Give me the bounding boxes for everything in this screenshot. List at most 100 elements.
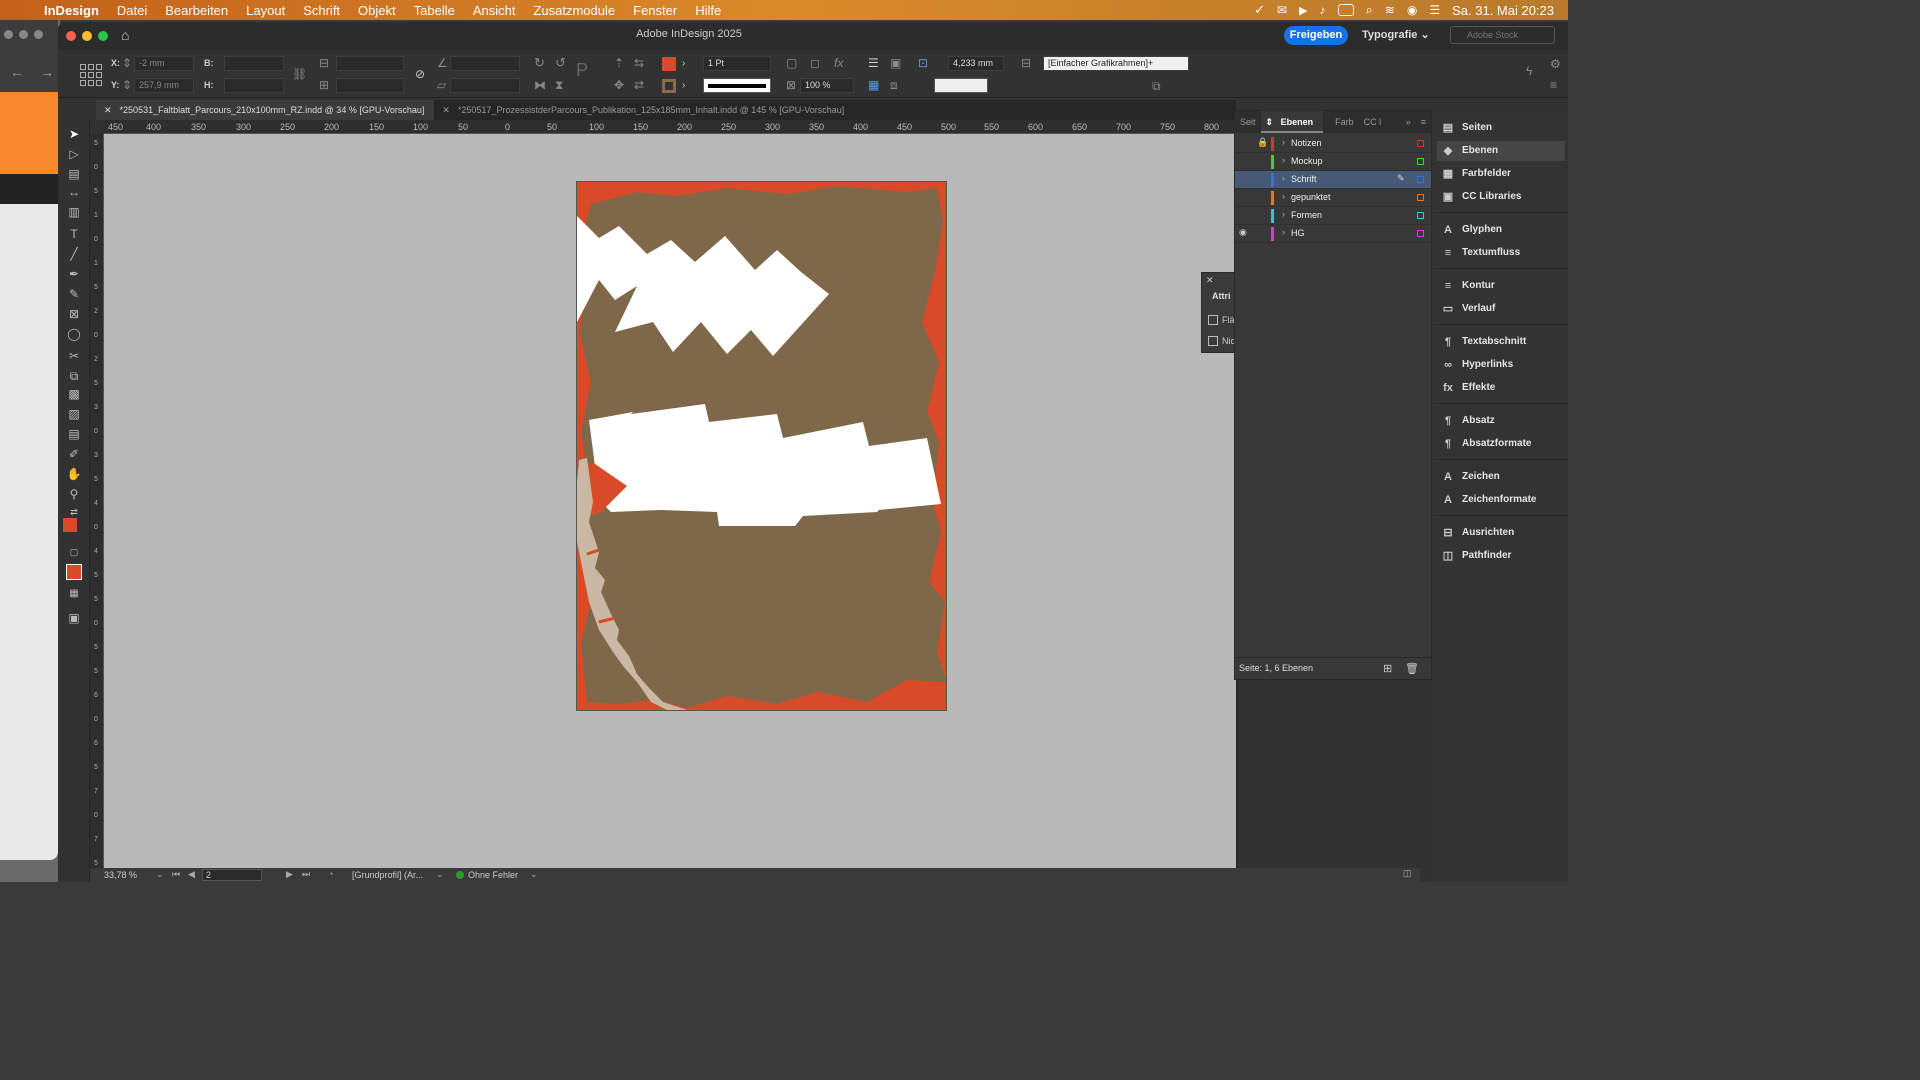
content-collector-icon[interactable]: ▥	[66, 204, 82, 220]
panel-pathfinder[interactable]: ◫ Pathfinder	[1437, 546, 1565, 566]
pencil-tool-icon[interactable]: ✎	[66, 286, 82, 302]
close-tab-icon[interactable]: ✕	[442, 105, 450, 115]
selection-square-icon[interactable]	[1417, 140, 1424, 147]
line-tool-icon[interactable]: ╱	[66, 246, 82, 262]
panel-kontur[interactable]: ≡ Kontur	[1437, 276, 1565, 296]
share-button[interactable]: Freigeben	[1284, 26, 1348, 45]
menu-ansicht[interactable]: Ansicht	[464, 3, 525, 18]
notification-icon[interactable]: ✉	[1277, 3, 1287, 17]
wrap-preview[interactable]	[934, 78, 988, 93]
pasteboard[interactable]	[104, 134, 1236, 868]
first-page-icon[interactable]: ⏮	[172, 869, 180, 880]
clock[interactable]: Sa. 31. Mai 20:23	[1452, 3, 1554, 18]
panel-seiten[interactable]: ▤ Seiten	[1437, 118, 1565, 138]
scissors-tool-icon[interactable]: ✂	[66, 348, 82, 364]
panel-ausrichten[interactable]: ⊟ Ausrichten	[1437, 523, 1565, 543]
search-icon[interactable]: ⌕	[1366, 2, 1373, 18]
last-page-icon[interactable]: ⏭	[302, 869, 310, 880]
panel-effekte[interactable]: fx Effekte	[1437, 378, 1565, 398]
layer-row[interactable]: › Mockup	[1235, 153, 1431, 171]
ellipse-tool-icon[interactable]: ◯	[66, 326, 82, 342]
menu-tabelle[interactable]: Tabelle	[405, 3, 464, 18]
rotate-field[interactable]	[450, 56, 520, 71]
select-previous-icon[interactable]: ⇆	[634, 57, 644, 69]
fx-icon[interactable]: fx	[834, 57, 843, 69]
control-settings-icon[interactable]: ⚙	[1550, 58, 1561, 70]
height-field[interactable]	[224, 78, 284, 93]
expand-layer-icon[interactable]: ›	[1282, 137, 1285, 147]
control-menu-icon[interactable]: ≡	[1550, 79, 1557, 91]
panel-menu-icon[interactable]: ≡	[1416, 117, 1431, 127]
menu-schrift[interactable]: Schrift	[294, 3, 349, 18]
panel-textabschnitt[interactable]: ¶ Textabschnitt	[1437, 332, 1565, 352]
fill-swatch[interactable]	[662, 57, 676, 71]
selection-square-icon[interactable]	[1417, 176, 1424, 183]
opacity-field[interactable]: 100 %	[800, 78, 854, 93]
select-content-icon[interactable]: ✥	[614, 79, 624, 91]
fill-overprint-checkbox[interactable]	[1208, 315, 1218, 325]
wrap-offset-field[interactable]: 4,233 mm	[948, 56, 1004, 71]
expand-layer-icon[interactable]: ›	[1282, 173, 1285, 183]
stock-search-input[interactable]: Adobe Stock	[1450, 26, 1555, 44]
menu-fenster[interactable]: Fenster	[624, 3, 686, 18]
screen-mode-icon[interactable]: ▣	[66, 610, 82, 626]
menu-objekt[interactable]: Objekt	[349, 3, 405, 18]
new-layer-icon[interactable]: ⊞	[1383, 662, 1392, 675]
panel-absatz[interactable]: ¶ Absatz	[1437, 411, 1565, 431]
type-tool-icon[interactable]: T	[66, 226, 82, 242]
menu-zusatzmodule[interactable]: Zusatzmodule	[524, 3, 624, 18]
fill-menu-icon[interactable]: ›	[682, 58, 685, 70]
expand-layer-icon[interactable]: ›	[1282, 227, 1285, 237]
stroke-menu-icon[interactable]: ›	[682, 80, 685, 92]
panel-farbfelder[interactable]: ▦ Farbfelder	[1437, 164, 1565, 184]
user-icon[interactable]: ◉	[1407, 3, 1417, 17]
select-next-icon[interactable]: ⇄	[634, 79, 644, 91]
forward-arrow-icon[interactable]: →	[40, 64, 54, 80]
battery-icon[interactable]	[1337, 4, 1354, 16]
tab-publikation[interactable]: ✕ *250517_ProzessistderParcours_Publikati…	[434, 100, 854, 120]
vertical-ruler[interactable]: 5051015202530354045505560657075	[90, 134, 104, 868]
text-wrap-icon[interactable]: ☰	[868, 57, 879, 69]
view-mode-icon[interactable]: ▦	[66, 586, 82, 602]
lock-icon[interactable]: 🔒	[1257, 137, 1268, 148]
panel-zeichen[interactable]: A Zeichen	[1437, 467, 1565, 487]
gradient-feather-tool-icon[interactable]: ▨	[66, 406, 82, 422]
frame-icon[interactable]: ◻	[810, 57, 820, 69]
eyedropper-tool-icon[interactable]: ✐	[66, 446, 82, 462]
panel-ebenen[interactable]: ◆ Ebenen	[1437, 141, 1565, 161]
panel-hyperlinks[interactable]: ∞ Hyperlinks	[1437, 355, 1565, 375]
y-field[interactable]: 257,9 mm	[134, 78, 194, 93]
zoom-dropdown-icon[interactable]: ⌄	[156, 869, 164, 880]
rectangle-frame-tool-icon[interactable]: ⊠	[66, 306, 82, 322]
x-stepper-icon[interactable]: ⇕	[122, 57, 132, 69]
close-panel-icon[interactable]: ✕	[1206, 275, 1214, 286]
note-tool-icon[interactable]: ▤	[66, 426, 82, 442]
menu-hilfe[interactable]: Hilfe	[686, 3, 730, 18]
pen-tool-icon[interactable]: ✒	[66, 266, 82, 282]
formatting-affects-container-icon[interactable]: ▢ T	[66, 544, 82, 573]
app-menu[interactable]: InDesign	[42, 3, 108, 18]
workspace-switcher[interactable]: Typografie ⌄	[1362, 28, 1430, 41]
reference-point-icon[interactable]	[80, 64, 102, 86]
nonprinting-checkbox[interactable]	[1208, 336, 1218, 346]
control-center-icon[interactable]: ☰	[1429, 3, 1440, 17]
menu-bearbeiten[interactable]: Bearbeiten	[156, 3, 237, 18]
p-icon[interactable]: P	[576, 61, 588, 79]
page-tool-icon[interactable]: ▤	[66, 166, 82, 182]
preflight-status[interactable]: Ohne Fehler	[468, 870, 518, 880]
expand-layer-icon[interactable]: ›	[1282, 191, 1285, 201]
tab-cc-libraries[interactable]: CC l	[1359, 117, 1387, 127]
zoom-level[interactable]: 33,78 %	[104, 870, 137, 880]
jump-object-icon[interactable]: ⧈	[890, 79, 898, 91]
scale-x-field[interactable]	[336, 56, 404, 71]
horizontal-ruler[interactable]: 450 400 350 300 250 200 150 100 50 0 50 …	[104, 120, 1236, 134]
expand-layer-icon[interactable]: ›	[1282, 155, 1285, 165]
object-style-select[interactable]: [Einfacher Grafikrahmen]+	[1043, 56, 1189, 71]
scale-y-field[interactable]	[336, 78, 404, 93]
y-stepper-icon[interactable]: ⇕	[122, 79, 132, 91]
back-arrow-icon[interactable]: ←	[10, 64, 24, 80]
next-page-icon[interactable]: ▶	[286, 869, 293, 880]
document-page[interactable]	[576, 181, 947, 711]
gap-tool-icon[interactable]: ↔	[66, 184, 82, 200]
check-icon[interactable]: ✓	[1254, 2, 1265, 18]
